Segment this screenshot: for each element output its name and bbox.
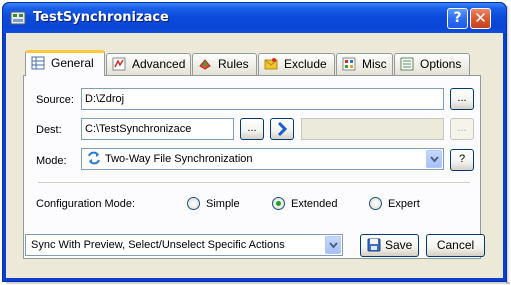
swap-arrow-button[interactable] xyxy=(270,118,294,140)
help-button[interactable]: ? xyxy=(447,8,468,29)
tab-advanced[interactable]: Advanced xyxy=(106,53,191,75)
save-button[interactable]: Save xyxy=(360,234,419,257)
config-mode-label: Configuration Mode: xyxy=(36,198,136,210)
tab-exclude[interactable]: Exclude xyxy=(258,53,335,75)
tab-label: Rules xyxy=(218,57,249,71)
tab-options[interactable]: Options xyxy=(394,53,470,75)
tab-label: Misc xyxy=(362,57,387,71)
dialog-client-area: General Advanced Rules Exclude Misc Opti… xyxy=(6,33,503,278)
sync-app-icon xyxy=(10,11,26,25)
tab-label: Exclude xyxy=(284,57,327,71)
mode-dropdown-button[interactable] xyxy=(426,150,442,168)
close-icon: ✕ xyxy=(474,9,487,27)
run-mode-select[interactable]: Sync With Preview, Select/Unselect Speci… xyxy=(25,234,343,256)
dialog-window: TestSynchronizace ? ✕ General Advanced R… xyxy=(2,2,507,282)
tab-general[interactable]: General xyxy=(25,50,105,76)
radio-button-checked-icon[interactable] xyxy=(272,197,285,210)
question-icon: ? xyxy=(453,10,462,26)
radio-label: Expert xyxy=(388,198,420,210)
radio-label: Extended xyxy=(291,198,338,210)
cancel-button[interactable]: Cancel xyxy=(426,234,485,257)
chevron-down-icon xyxy=(430,156,439,163)
window-title: TestSynchronizace xyxy=(33,10,169,25)
radio-label: Simple xyxy=(206,198,240,210)
close-button[interactable]: ✕ xyxy=(470,8,491,29)
general-grid-icon xyxy=(31,56,45,70)
tab-rules[interactable]: Rules xyxy=(192,53,257,75)
general-tab-panel: Source: D:\Zdroj ... Dest: C:\TestSynchr… xyxy=(23,75,481,259)
run-mode-value: Sync With Preview, Select/Unselect Speci… xyxy=(31,239,285,251)
dest-secondary-browse-button[interactable]: ... xyxy=(450,118,474,140)
tab-label: General xyxy=(51,56,94,70)
run-mode-dropdown-button[interactable] xyxy=(325,236,341,254)
mode-label: Mode: xyxy=(36,155,67,167)
chevron-down-icon xyxy=(329,242,338,249)
save-label: Save xyxy=(385,238,413,252)
mode-select[interactable]: Two-Way File Synchronization xyxy=(81,148,444,170)
advanced-icon xyxy=(112,57,126,71)
floppy-disk-icon xyxy=(367,238,381,252)
radio-button-icon[interactable] xyxy=(187,197,200,210)
rules-icon xyxy=(199,59,211,70)
source-label: Source: xyxy=(36,94,74,106)
config-mode-simple[interactable]: Simple xyxy=(187,197,240,210)
tab-label: Advanced xyxy=(132,57,186,71)
section-divider xyxy=(38,182,470,184)
exclude-icon xyxy=(264,58,278,70)
options-icon xyxy=(400,57,414,71)
dest-path-input[interactable]: C:\TestSynchronizace xyxy=(81,118,234,140)
radio-button-icon[interactable] xyxy=(369,197,382,210)
dest-browse-button[interactable]: ... xyxy=(240,118,264,140)
config-mode-expert[interactable]: Expert xyxy=(369,197,420,210)
two-way-sync-icon xyxy=(88,151,100,165)
chevron-right-icon xyxy=(277,121,288,137)
source-path-input[interactable]: D:\Zdroj xyxy=(81,88,444,110)
mode-value: Two-Way File Synchronization xyxy=(105,153,253,165)
config-mode-extended[interactable]: Extended xyxy=(272,197,337,210)
dest-label: Dest: xyxy=(36,124,62,136)
dest-secondary-input[interactable] xyxy=(301,118,444,140)
mode-help-button[interactable]: ? xyxy=(450,149,474,171)
tab-misc[interactable]: Misc xyxy=(336,53,393,75)
title-bar[interactable]: TestSynchronizace ? ✕ xyxy=(3,3,506,33)
source-browse-button[interactable]: ... xyxy=(450,88,474,110)
misc-icon xyxy=(342,57,356,71)
tab-label: Options xyxy=(420,57,462,71)
